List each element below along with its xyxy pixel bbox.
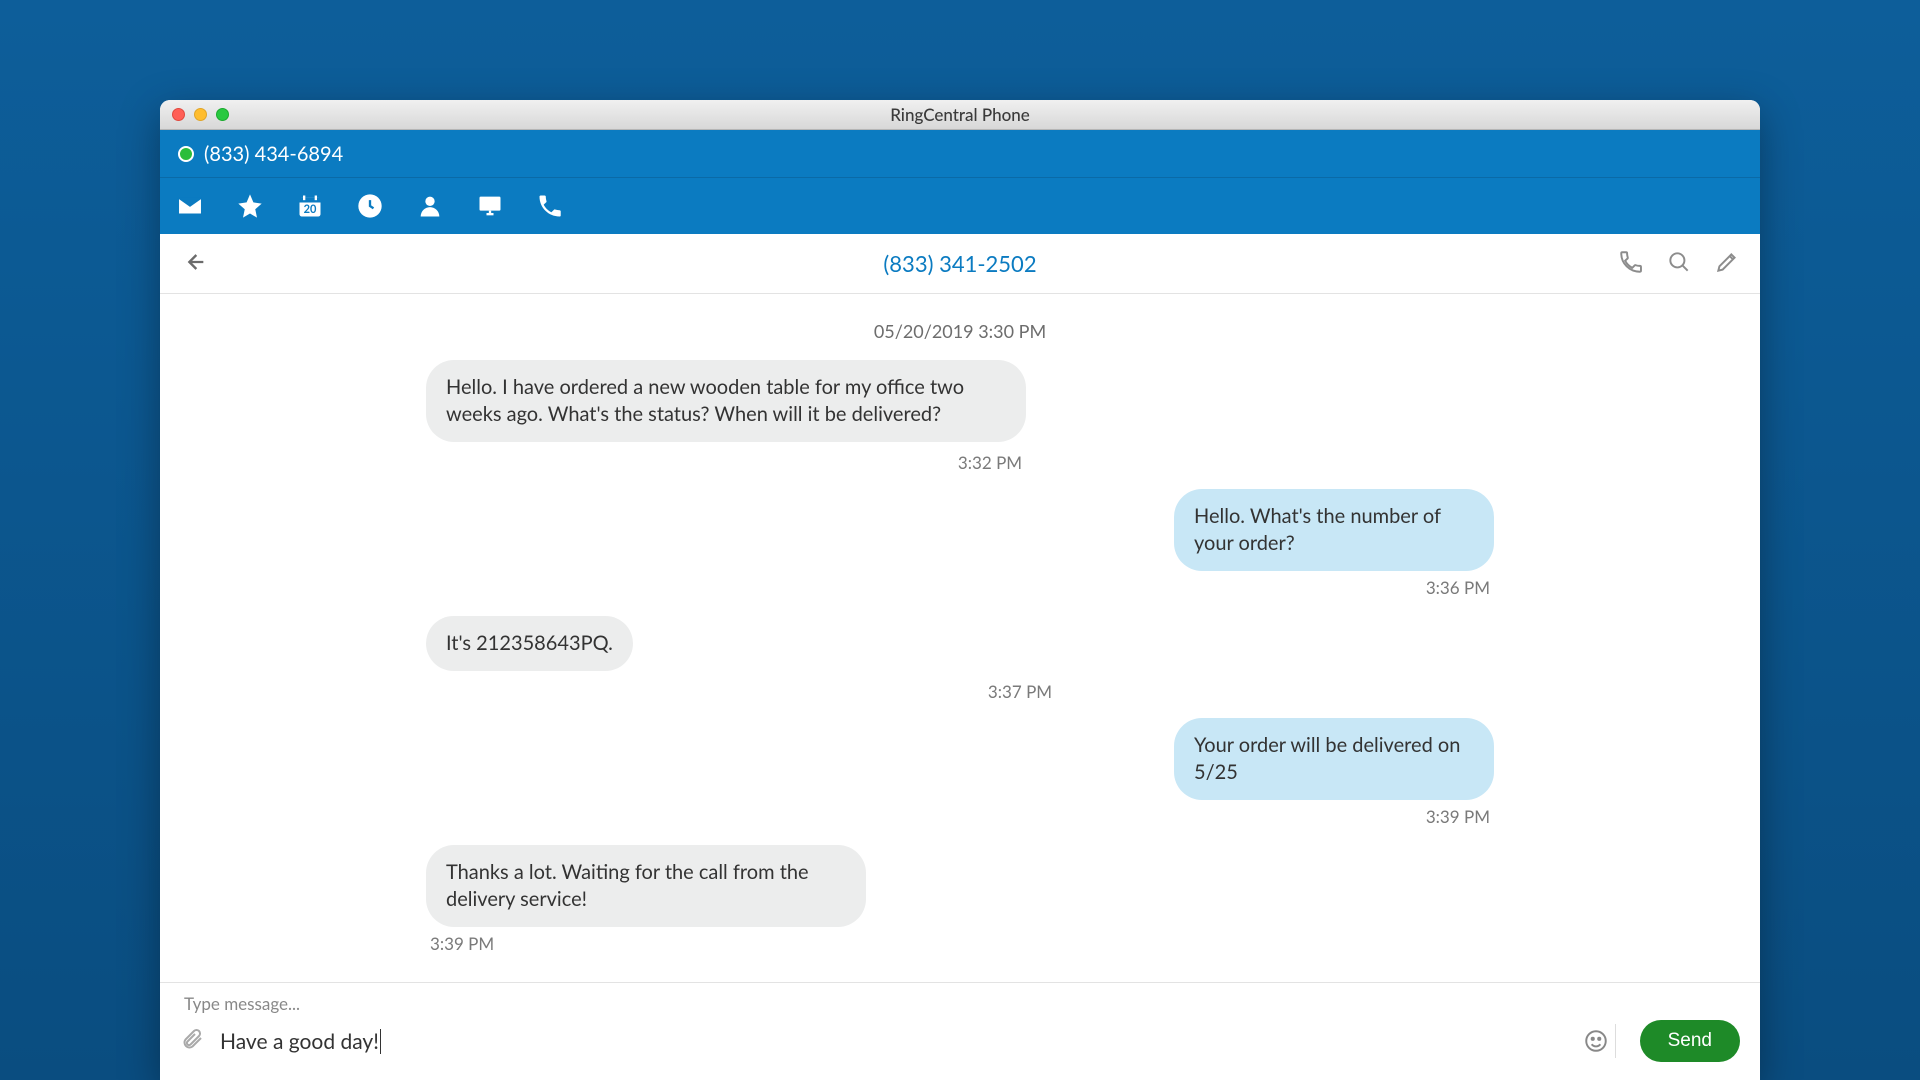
call-button[interactable] <box>1618 249 1644 279</box>
window-title: RingCentral Phone <box>160 104 1760 125</box>
message-outgoing: Your order will be delivered on 5/25 3:3… <box>1174 718 1494 839</box>
person-icon <box>416 192 444 220</box>
message-time: 3:36 PM <box>1426 577 1490 598</box>
message-incoming: Thanks a lot. Waiting for the call from … <box>426 845 866 966</box>
message-incoming: It's 212358643PQ. <box>426 616 633 671</box>
attach-button[interactable] <box>180 1027 204 1055</box>
smiley-icon <box>1583 1028 1609 1054</box>
titlebar: RingCentral Phone <box>160 100 1760 130</box>
message-input[interactable]: Have a good day! <box>218 1025 1569 1058</box>
message-time: 3:39 PM <box>430 933 494 954</box>
send-button[interactable]: Send <box>1640 1020 1740 1062</box>
message-time: 3:39 PM <box>1426 806 1490 827</box>
pencil-icon <box>1714 249 1740 275</box>
arrow-left-icon <box>180 248 208 276</box>
message-time: 3:32 PM <box>256 452 1724 473</box>
phone-outline-icon <box>1618 249 1644 275</box>
message-outgoing: Hello. What's the number of your order? … <box>1174 489 1494 610</box>
zoom-window-button[interactable] <box>216 108 229 121</box>
contacts-tab[interactable] <box>414 190 446 222</box>
presence-bar: (833) 434-6894 <box>160 130 1760 178</box>
emoji-button[interactable] <box>1583 1024 1616 1058</box>
message-bubble: It's 212358643PQ. <box>426 616 633 671</box>
message-bubble: Thanks a lot. Waiting for the call from … <box>426 845 866 927</box>
conversation-date-header: 05/20/2019 3:30 PM <box>196 320 1724 342</box>
minimize-window-button[interactable] <box>194 108 207 121</box>
app-window: RingCentral Phone (833) 434-6894 20 <box>160 100 1760 1080</box>
clock-icon <box>356 192 384 220</box>
calendar-tab[interactable]: 20 <box>294 190 326 222</box>
message-bubble: Hello. What's the number of your order? <box>1174 489 1494 571</box>
search-button[interactable] <box>1666 249 1692 279</box>
hud-tab[interactable] <box>474 190 506 222</box>
conversation-header: (833) 341-2502 <box>160 234 1760 294</box>
monitor-icon <box>476 192 504 220</box>
conversation-actions <box>1618 249 1740 279</box>
favorites-tab[interactable] <box>234 190 266 222</box>
dialpad-tab[interactable] <box>534 190 566 222</box>
edit-button[interactable] <box>1714 249 1740 279</box>
main-nav: 20 <box>160 178 1760 234</box>
message-composer: Type message... Have a good day! Send <box>160 982 1760 1080</box>
contact-phone-number: (833) 341-2502 <box>160 250 1760 277</box>
search-icon <box>1666 249 1692 275</box>
star-icon <box>236 192 264 220</box>
recents-tab[interactable] <box>354 190 386 222</box>
phone-icon <box>536 192 564 220</box>
composer-placeholder-label: Type message... <box>184 993 1740 1014</box>
message-incoming: Hello. I have ordered a new wooden table… <box>426 360 1026 442</box>
presence-available-icon <box>178 146 194 162</box>
my-phone-number: (833) 434-6894 <box>204 142 343 166</box>
close-window-button[interactable] <box>172 108 185 121</box>
calendar-day-label: 20 <box>294 203 326 216</box>
messages-tab[interactable] <box>174 190 206 222</box>
message-input-value: Have a good day! <box>220 1029 381 1054</box>
back-button[interactable] <box>180 248 208 280</box>
message-bubble: Your order will be delivered on 5/25 <box>1174 718 1494 800</box>
message-list[interactable]: 05/20/2019 3:30 PM Hello. I have ordered… <box>160 294 1760 982</box>
message-bubble: Hello. I have ordered a new wooden table… <box>426 360 1026 442</box>
envelope-icon <box>176 192 204 220</box>
paperclip-icon <box>180 1027 204 1051</box>
message-time: 3:37 PM <box>316 681 1724 702</box>
window-controls <box>172 108 229 121</box>
